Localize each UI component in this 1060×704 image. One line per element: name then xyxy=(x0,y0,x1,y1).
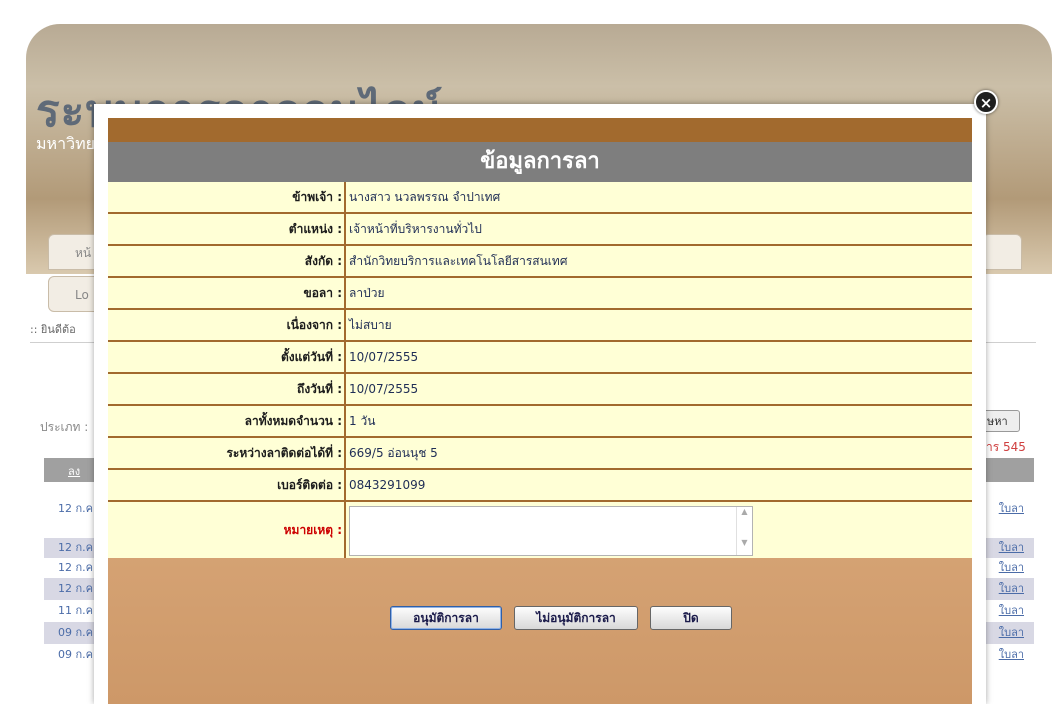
scroll-up-icon[interactable]: ▲ xyxy=(737,507,752,516)
info-row-position: ตำแหน่ง : เจ้าหน้าที่บริหารงานทั่วไป xyxy=(108,213,972,246)
info-row-note: หมายเหตุ : ▲ ▼ xyxy=(108,501,972,558)
row-date: 09 ก.ค xyxy=(58,626,94,639)
info-row-phone: เบอร์ติดต่อ : 0843291099 xyxy=(108,469,972,502)
note-label: หมายเหตุ : xyxy=(108,501,346,558)
field-label: ระหว่างลาติดต่อได้ที่ : xyxy=(108,437,346,470)
note-textarea[interactable]: ▲ ▼ xyxy=(349,506,753,556)
field-value: 10/07/2555 xyxy=(345,341,972,374)
nav-tab-right[interactable] xyxy=(982,234,1022,270)
record-count: าร 545 xyxy=(986,440,1026,454)
leave-detail-modal: ข้อมูลการลา ข้าพเจ้า : นางสาว นวลพรรณ จำ… xyxy=(94,104,986,704)
field-value: สำนักวิทยบริการและเทคโนโลยีสารสนเทศ xyxy=(345,245,972,278)
scroll-down-icon[interactable]: ▼ xyxy=(737,538,752,547)
field-value: ลาป่วย xyxy=(345,277,972,310)
row-date: 12 ก.ค xyxy=(58,502,94,515)
leave-info-table: ข้าพเจ้า : นางสาว นวลพรรณ จำปาเทศ ตำแหน่… xyxy=(108,182,972,558)
leave-form-link[interactable]: ใบลา xyxy=(999,644,1024,666)
modal-title: ข้อมูลการลา xyxy=(108,142,972,182)
leave-form-link[interactable]: ใบลา xyxy=(999,600,1024,622)
approve-leave-button[interactable]: อนุมัติการลา xyxy=(390,606,502,630)
row-date: 12 ก.ค xyxy=(58,582,94,595)
close-modal-button[interactable]: ปิด xyxy=(650,606,732,630)
leave-form-link[interactable]: ใบลา xyxy=(999,578,1024,600)
info-row-end-date: ถึงวันที่ : 10/07/2555 xyxy=(108,373,972,406)
field-label: ตำแหน่ง : xyxy=(108,213,346,246)
page-subtitle: มหาวิทย xyxy=(36,134,95,153)
note-cell: ▲ ▼ xyxy=(345,501,972,558)
field-value: 0843291099 xyxy=(345,469,972,502)
info-row-leave-type: ขอลา : ลาป่วย xyxy=(108,277,972,310)
row-date: 12 ก.ค xyxy=(58,561,94,574)
field-value: 669/5 อ่อนนุช 5 xyxy=(345,437,972,470)
field-label: ข้าพเจ้า : xyxy=(108,182,346,214)
field-label: ตั้งแต่วันที่ : xyxy=(108,341,346,374)
type-filter-label: ประเภท : xyxy=(40,420,89,434)
field-value: เจ้าหน้าที่บริหารงานทั่วไป xyxy=(345,213,972,246)
info-row-department: สังกัด : สำนักวิทยบริการและเทคโนโลยีสารส… xyxy=(108,245,972,278)
field-label: สังกัด : xyxy=(108,245,346,278)
row-date: 11 ก.ค xyxy=(58,604,94,617)
welcome-text: :: ยินดีต้อ xyxy=(30,323,76,336)
field-label: เนื่องจาก : xyxy=(108,309,346,342)
table-header-date[interactable]: ลง xyxy=(68,462,80,480)
row-date: 12 ก.ค xyxy=(58,541,94,554)
info-row-reason: เนื่องจาก : ไม่สบาย xyxy=(108,309,972,342)
field-label: ขอลา : xyxy=(108,277,346,310)
reject-leave-button[interactable]: ไม่อนุมัติการลา xyxy=(514,606,638,630)
leave-form-link[interactable]: ใบลา xyxy=(999,490,1024,528)
search-button[interactable]: ษหา xyxy=(982,410,1020,432)
modal-top-bar xyxy=(108,118,972,142)
leave-form-link[interactable]: ใบลา xyxy=(999,622,1024,644)
modal-content: ข้อมูลการลา ข้าพเจ้า : นางสาว นวลพรรณ จำ… xyxy=(108,118,972,704)
leave-form-link[interactable]: ใบลา xyxy=(999,558,1024,578)
field-value: 1 วัน xyxy=(345,405,972,438)
row-date: 09 ก.ค xyxy=(58,648,94,661)
info-row-contact-address: ระหว่างลาติดต่อได้ที่ : 669/5 อ่อนนุช 5 xyxy=(108,437,972,470)
close-circle-icon[interactable]: × xyxy=(974,90,998,114)
info-row-employee: ข้าพเจ้า : นางสาว นวลพรรณ จำปาเทศ xyxy=(108,182,972,214)
note-scrollbar[interactable]: ▲ ▼ xyxy=(736,507,752,555)
field-value: นางสาว นวลพรรณ จำปาเทศ xyxy=(345,182,972,214)
field-value: 10/07/2555 xyxy=(345,373,972,406)
info-row-total-days: ลาทั้งหมดจำนวน : 1 วัน xyxy=(108,405,972,438)
field-value: ไม่สบาย xyxy=(345,309,972,342)
info-row-start-date: ตั้งแต่วันที่ : 10/07/2555 xyxy=(108,341,972,374)
field-label: เบอร์ติดต่อ : xyxy=(108,469,346,502)
field-label: ลาทั้งหมดจำนวน : xyxy=(108,405,346,438)
field-label: ถึงวันที่ : xyxy=(108,373,346,406)
leave-form-link[interactable]: ใบลา xyxy=(999,538,1024,558)
